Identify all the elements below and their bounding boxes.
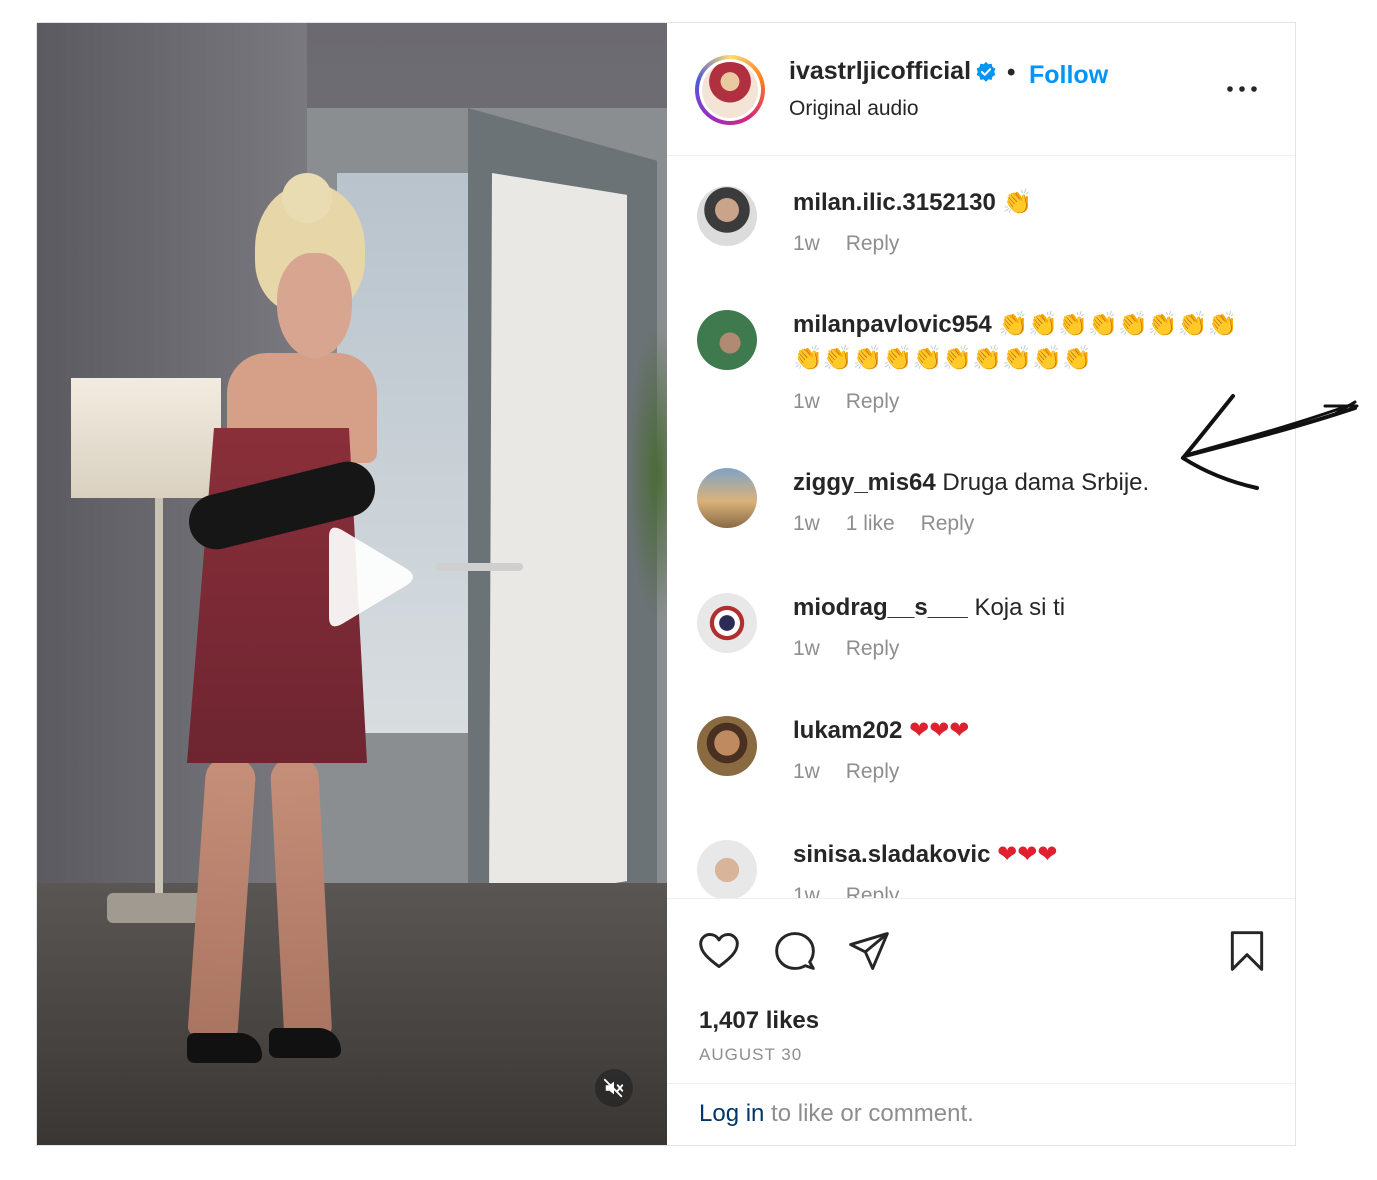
comment-text: ❤❤❤ bbox=[909, 717, 970, 744]
post-date[interactable]: AUGUST 30 bbox=[699, 1045, 802, 1065]
reply-button[interactable]: Reply bbox=[921, 512, 975, 535]
likes-count[interactable]: 1,407 likes bbox=[699, 1007, 819, 1035]
comment-time[interactable]: 1w bbox=[793, 390, 820, 413]
commenter-avatar[interactable] bbox=[697, 468, 757, 528]
commenter-avatar[interactable] bbox=[697, 593, 757, 653]
lamp-shade bbox=[71, 378, 221, 498]
author-username[interactable]: ivastrljicofficial bbox=[789, 57, 971, 86]
bookmark-icon[interactable] bbox=[1225, 929, 1269, 973]
instagram-post: ivastrljicofficial • Follow Original aud… bbox=[36, 22, 1296, 1146]
audio-label[interactable]: Original audio bbox=[789, 97, 919, 121]
comment-text: Koja si ti bbox=[974, 594, 1066, 621]
more-icon[interactable] bbox=[1225, 79, 1259, 99]
comment-time[interactable]: 1w bbox=[793, 512, 820, 535]
post-header: ivastrljicofficial • Follow Original aud… bbox=[667, 23, 1295, 156]
comment-time[interactable]: 1w bbox=[793, 637, 820, 660]
comment-username[interactable]: milanpavlovic954 bbox=[793, 311, 992, 338]
commenter-avatar[interactable] bbox=[697, 310, 757, 370]
door-pane bbox=[489, 173, 627, 903]
reply-button[interactable]: Reply bbox=[846, 232, 900, 255]
follow-button[interactable]: Follow bbox=[1029, 61, 1108, 90]
post-side-panel: ivastrljicofficial • Follow Original aud… bbox=[667, 23, 1295, 1145]
commenter-avatar[interactable] bbox=[697, 186, 757, 246]
comment-username[interactable]: ziggy_mis64 bbox=[793, 469, 936, 496]
figure-hair-bun bbox=[282, 173, 332, 223]
author-avatar-photo bbox=[702, 62, 758, 118]
mute-icon[interactable] bbox=[595, 1069, 633, 1107]
share-icon[interactable] bbox=[847, 929, 891, 973]
login-bar: Log in to like or comment. bbox=[667, 1083, 1295, 1146]
comment-time[interactable]: 1w bbox=[793, 232, 820, 255]
figure-shoe-right bbox=[269, 1028, 341, 1058]
lamp-pole bbox=[155, 498, 163, 898]
author-avatar[interactable] bbox=[695, 55, 765, 125]
door-handle bbox=[435, 563, 523, 571]
comment-username[interactable]: lukam202 bbox=[793, 717, 902, 744]
separator-dot: • bbox=[1007, 59, 1016, 86]
comment-username[interactable]: milan.ilic.3152130 bbox=[793, 189, 996, 216]
comment-text: Druga dama Srbije. bbox=[942, 469, 1150, 496]
comments-list[interactable]: milan.ilic.3152130 👏 1w Reply milanpavlo… bbox=[667, 156, 1295, 898]
figure-face bbox=[277, 253, 352, 358]
comment-time[interactable]: 1w bbox=[793, 884, 820, 898]
figure-shoe-left bbox=[187, 1033, 262, 1063]
reply-button[interactable]: Reply bbox=[846, 760, 900, 783]
lamp-base bbox=[107, 893, 207, 923]
annotation-arrow-icon bbox=[1181, 394, 1359, 490]
comment-text: 👏 bbox=[1002, 189, 1033, 216]
commenter-avatar[interactable] bbox=[697, 716, 757, 776]
login-link[interactable]: Log in bbox=[699, 1100, 764, 1127]
comment-text: ❤❤❤ bbox=[997, 841, 1058, 868]
login-prompt-text: to like or comment. bbox=[764, 1100, 974, 1127]
comment-icon[interactable] bbox=[773, 929, 817, 973]
reply-button[interactable]: Reply bbox=[846, 637, 900, 660]
comment-username[interactable]: sinisa.sladakovic bbox=[793, 841, 990, 868]
heart-icon[interactable] bbox=[697, 929, 741, 973]
video-player[interactable] bbox=[37, 23, 667, 1145]
plant bbox=[627, 323, 667, 623]
comment-likes[interactable]: 1 like bbox=[846, 512, 895, 535]
commenter-avatar[interactable] bbox=[697, 840, 757, 898]
reply-button[interactable]: Reply bbox=[846, 884, 900, 898]
comment-time[interactable]: 1w bbox=[793, 760, 820, 783]
reply-button[interactable]: Reply bbox=[846, 390, 900, 413]
comment-username[interactable]: miodrag__s___ bbox=[793, 594, 968, 621]
play-icon[interactable] bbox=[299, 515, 423, 639]
verified-badge-icon bbox=[976, 61, 996, 82]
